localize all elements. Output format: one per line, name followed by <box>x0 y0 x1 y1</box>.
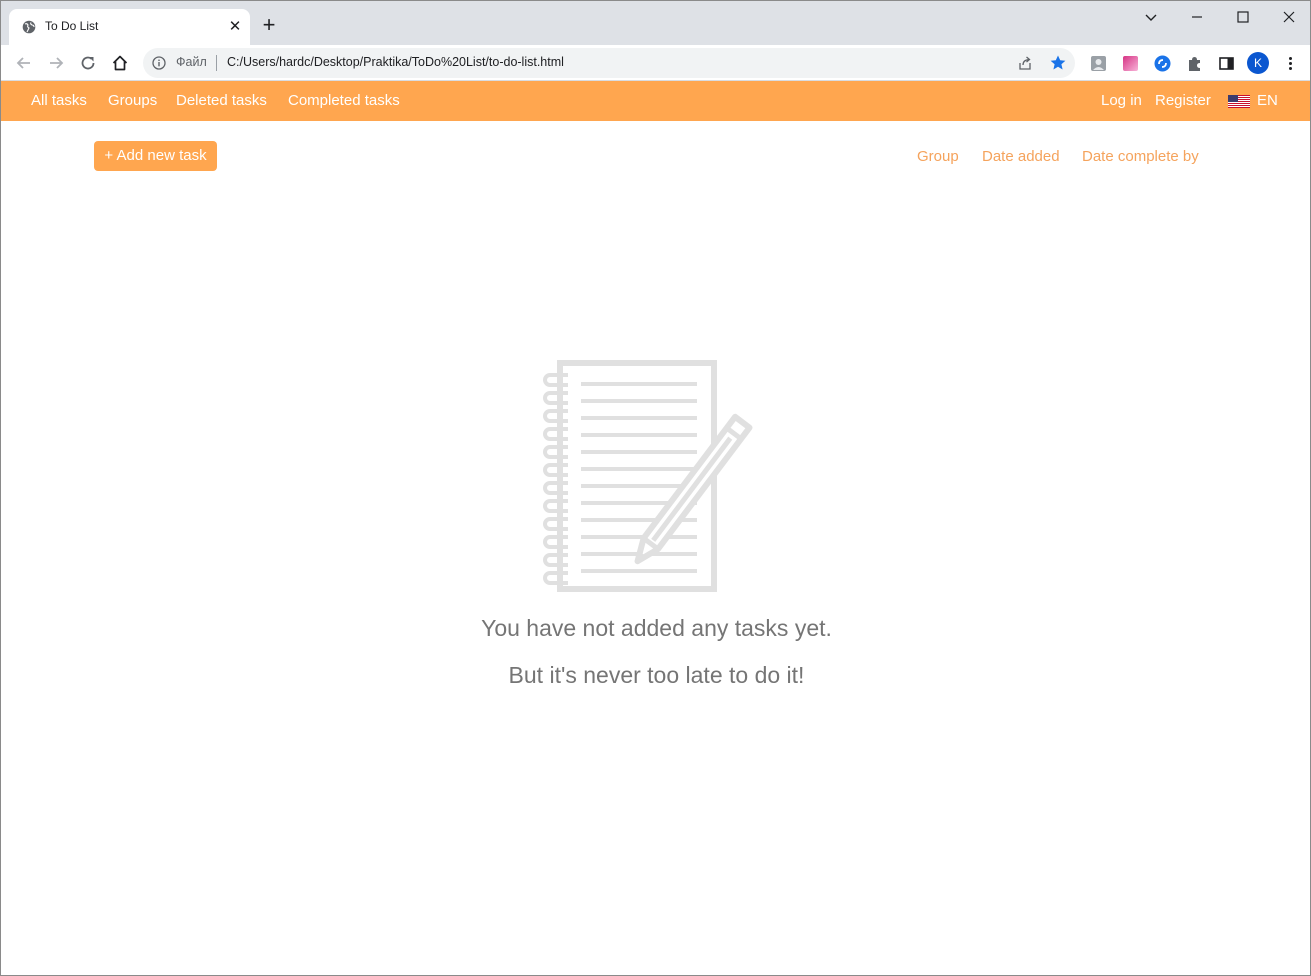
back-icon <box>16 57 30 69</box>
language-label[interactable]: EN <box>1257 92 1278 109</box>
url-scheme-label: Файл <box>176 55 207 69</box>
extensions-button[interactable] <box>1184 53 1204 73</box>
sort-by-date-complete[interactable]: Date complete by <box>1082 148 1199 165</box>
info-icon[interactable] <box>152 56 166 70</box>
nav-groups[interactable]: Groups <box>108 92 157 109</box>
forward-icon <box>50 57 64 69</box>
home-icon <box>112 55 128 71</box>
login-link[interactable]: Log in <box>1101 92 1142 109</box>
address-bar[interactable]: Файл C:/Users/hardc/Desktop/Praktika/ToD… <box>143 48 1075 78</box>
share-icon[interactable] <box>1017 55 1033 71</box>
browser-toolbar: Файл C:/Users/hardc/Desktop/Praktika/ToD… <box>1 45 1310 81</box>
nav-all-tasks[interactable]: All tasks <box>31 92 87 109</box>
new-tab-button[interactable]: + <box>259 14 279 36</box>
app-navbar: All tasks Groups Deleted tasks Completed… <box>1 81 1310 121</box>
kebab-menu-icon <box>1288 56 1292 70</box>
tab-search-icon[interactable] <box>1141 7 1161 27</box>
register-link[interactable]: Register <box>1155 92 1211 109</box>
maximize-icon[interactable] <box>1233 7 1253 27</box>
empty-state-title: You have not added any tasks yet. <box>481 615 832 641</box>
minimize-icon[interactable] <box>1187 7 1207 27</box>
tab-title: To Do List <box>45 19 99 33</box>
tab-close-icon[interactable]: ✕ <box>226 18 244 36</box>
url-text[interactable]: C:/Users/hardc/Desktop/Praktika/ToDo%20L… <box>227 55 564 69</box>
side-panel-icon <box>1218 56 1234 70</box>
home-button[interactable] <box>109 52 131 74</box>
extension-3-icon <box>1154 55 1170 71</box>
puzzle-icon <box>1188 56 1200 71</box>
extension-button-3[interactable] <box>1152 53 1172 73</box>
globe-icon <box>22 20 36 34</box>
side-panel-button[interactable] <box>1216 53 1236 73</box>
close-window-icon[interactable] <box>1279 7 1299 27</box>
add-new-task-button[interactable]: + Add new task <box>94 141 217 171</box>
empty-state-subtitle: But it's never too late to do it! <box>508 662 805 688</box>
reload-icon <box>81 56 95 70</box>
star-icon[interactable] <box>1049 54 1067 72</box>
extension-button-1[interactable] <box>1088 53 1108 73</box>
profile-initial: K <box>1253 56 1262 70</box>
reload-button[interactable] <box>77 52 99 74</box>
back-button[interactable] <box>13 52 35 74</box>
nav-completed-tasks[interactable]: Completed tasks <box>288 92 400 109</box>
profile-avatar[interactable]: K <box>1247 52 1269 74</box>
us-flag-icon[interactable] <box>1228 95 1250 108</box>
sort-by-date-added[interactable]: Date added <box>982 148 1060 165</box>
extension-2-icon <box>1122 55 1138 71</box>
notebook-pencil-icon <box>543 360 753 592</box>
sort-by-group[interactable]: Group <box>917 148 959 165</box>
nav-deleted-tasks[interactable]: Deleted tasks <box>176 92 267 109</box>
browser-tab[interactable]: To Do List ✕ <box>9 9 250 45</box>
browser-window: To Do List ✕ + Файл C:/Users/hardc/Deskt… <box>0 0 1311 976</box>
tab-strip: To Do List ✕ + <box>1 1 1310 45</box>
extension-1-icon <box>1090 55 1106 71</box>
extension-button-2[interactable] <box>1120 53 1140 73</box>
forward-button[interactable] <box>45 52 67 74</box>
browser-menu-button[interactable] <box>1280 53 1300 73</box>
url-separator <box>216 55 217 71</box>
